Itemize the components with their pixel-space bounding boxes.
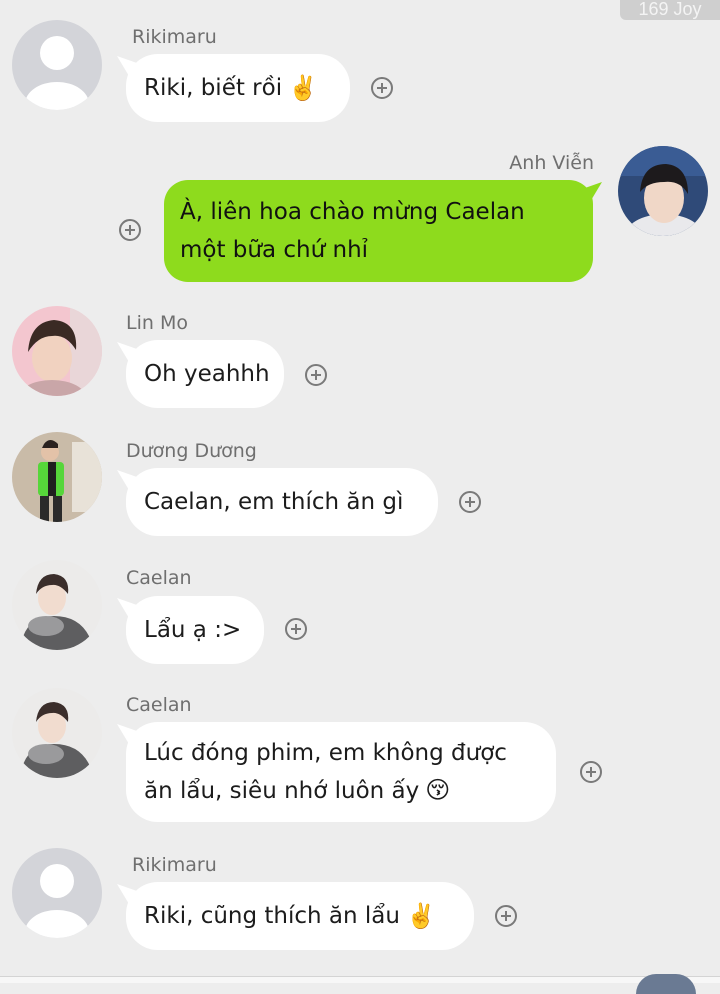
victory-hand-emoji: ✌️ (405, 902, 436, 930)
message-bubble[interactable]: Riki, cũng thích ăn lẩu ✌️ (126, 882, 474, 950)
plus-circle-icon[interactable] (119, 219, 141, 241)
default-avatar-icon[interactable] (12, 20, 102, 110)
message-bubble[interactable]: Caelan, em thích ăn gì (126, 468, 438, 536)
message-bubble[interactable]: Lẩu ạ :> (126, 596, 264, 664)
message-bubble[interactable]: Lúc đóng phim, em không được ăn lẩu, siê… (126, 722, 556, 822)
sender-name: Rikimaru (132, 854, 217, 876)
default-avatar-icon[interactable] (12, 848, 102, 938)
sender-name: Caelan (126, 694, 192, 716)
sender-name: Anh Viễn (509, 152, 594, 174)
plus-circle-icon[interactable] (305, 364, 327, 386)
message-bubble[interactable]: Riki, biết rồi ✌️ (126, 54, 350, 122)
plus-circle-icon[interactable] (371, 77, 393, 99)
message-bubble[interactable]: Oh yeahhh (126, 340, 284, 408)
user-avatar[interactable] (12, 306, 102, 396)
user-avatar[interactable] (618, 146, 708, 236)
message-text: Riki, cũng thích ăn lẩu (144, 903, 400, 929)
sender-name: Rikimaru (132, 26, 217, 48)
message-text: Lúc đóng phim, em không được ăn lẩu, siê… (144, 740, 507, 804)
message-bubble-outgoing[interactable]: À, liên hoa chào mừng Caelan một bữa chứ… (164, 180, 593, 282)
user-avatar[interactable] (12, 688, 102, 778)
user-avatar (636, 974, 696, 994)
user-avatar[interactable] (12, 560, 102, 650)
user-avatar[interactable] (12, 432, 102, 522)
plus-circle-icon[interactable] (580, 761, 602, 783)
kissing-face-emoji: 😚 (425, 776, 451, 804)
sender-name: Lin Mo (126, 312, 188, 334)
message-text: À, liên hoa chào mừng Caelan một bữa chứ… (180, 199, 525, 263)
plus-circle-icon[interactable] (285, 618, 307, 640)
victory-hand-emoji: ✌️ (288, 74, 318, 102)
message-text: Riki, biết rồi (144, 75, 283, 101)
plus-circle-icon[interactable] (459, 491, 481, 513)
plus-circle-icon[interactable] (495, 905, 517, 927)
sender-name: Caelan (126, 567, 192, 589)
watermark: 169 Joy (620, 0, 720, 20)
message-text: Caelan, em thích ăn gì (144, 489, 404, 515)
sender-name: Dương Dương (126, 440, 257, 462)
message-text: Lẩu ạ :> (144, 617, 242, 643)
message-text: Oh yeahhh (144, 361, 270, 387)
